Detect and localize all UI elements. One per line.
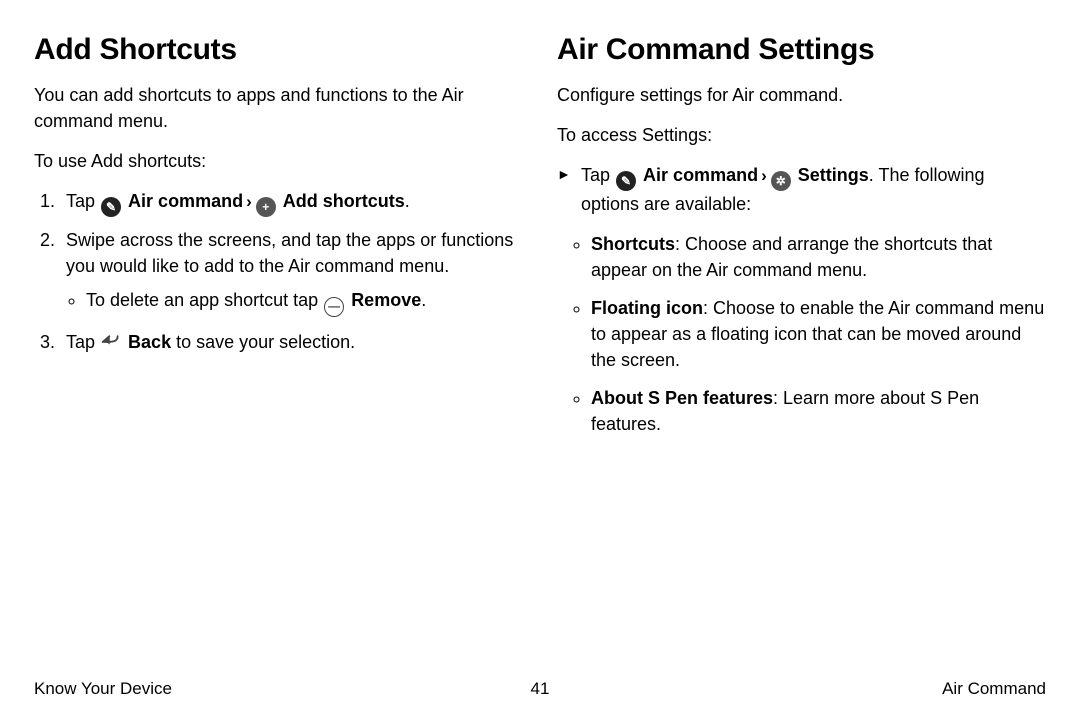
back-icon — [101, 332, 121, 358]
intro-aircmd-settings: Configure settings for Air command. — [557, 82, 1046, 108]
step2-sub-period: . — [421, 290, 426, 310]
lead-aircmd-settings: To access Settings: — [557, 122, 1046, 148]
step-1: Tap ✎ Air command›+ Add shortcuts. — [60, 188, 523, 217]
right-column: Air Command Settings Configure settings … — [557, 28, 1046, 449]
heading-add-shortcuts: Add Shortcuts — [34, 28, 523, 72]
step2-sub: To delete an app shortcut tap — Remove. — [86, 287, 523, 317]
lead-add-shortcuts: To use Add shortcuts: — [34, 148, 523, 174]
steps-list: Tap ✎ Air command›+ Add shortcuts. Swipe… — [34, 188, 523, 358]
footer-page-number: 41 — [531, 677, 550, 702]
step2-sublist: To delete an app shortcut tap — Remove. — [66, 287, 523, 317]
option-about-spen: About S Pen features: Learn more about S… — [591, 385, 1046, 437]
settings-arrow-item: ► Tap ✎ Air command›✲ Settings. The foll… — [581, 162, 1046, 438]
intro-add-shortcuts: You can add shortcuts to apps and functi… — [34, 82, 523, 134]
pen-icon: ✎ — [616, 171, 636, 191]
step3-suffix: to save your selection. — [171, 332, 355, 352]
step1-aircmd-label: Air command — [128, 191, 243, 211]
gear-icon: ✲ — [771, 171, 791, 191]
pen-icon: ✎ — [101, 197, 121, 217]
settings-options: Shortcuts: Choose and arrange the shortc… — [581, 231, 1046, 438]
step2-sub-bold: Remove — [351, 290, 421, 310]
step3-prefix: Tap — [66, 332, 100, 352]
play-arrow-icon: ► — [557, 164, 571, 184]
step3-bold: Back — [128, 332, 171, 352]
opt1-bold: Shortcuts — [591, 234, 675, 254]
aircmd-label: Air command — [643, 165, 758, 185]
tap-prefix: Tap — [581, 165, 615, 185]
left-column: Add Shortcuts You can add shortcuts to a… — [34, 28, 523, 449]
step-3: Tap Back to save your selection. — [60, 329, 523, 358]
footer-right: Air Command — [942, 677, 1046, 702]
settings-arrowlist: ► Tap ✎ Air command›✲ Settings. The foll… — [557, 162, 1046, 438]
remove-icon: — — [324, 297, 344, 317]
opt3-bold: About S Pen features — [591, 388, 773, 408]
chevron-icon: › — [761, 166, 767, 185]
opt2-bold: Floating icon — [591, 298, 703, 318]
step2-sub-prefix: To delete an app shortcut tap — [86, 290, 323, 310]
step2-text: Swipe across the screens, and tap the ap… — [66, 230, 513, 276]
option-floating-icon: Floating icon: Choose to enable the Air … — [591, 295, 1046, 373]
plus-icon: + — [256, 197, 276, 217]
option-shortcuts: Shortcuts: Choose and arrange the shortc… — [591, 231, 1046, 283]
heading-aircmd-settings: Air Command Settings — [557, 28, 1046, 72]
step1-prefix: Tap — [66, 191, 100, 211]
step1-addshort-label: Add shortcuts — [283, 191, 405, 211]
step1-period: . — [405, 191, 410, 211]
step-2: Swipe across the screens, and tap the ap… — [60, 227, 523, 317]
page-footer: Know Your Device 41 Air Command — [0, 677, 1080, 702]
chevron-icon: › — [246, 192, 252, 211]
footer-left: Know Your Device — [34, 677, 172, 702]
settings-label: Settings — [798, 165, 869, 185]
